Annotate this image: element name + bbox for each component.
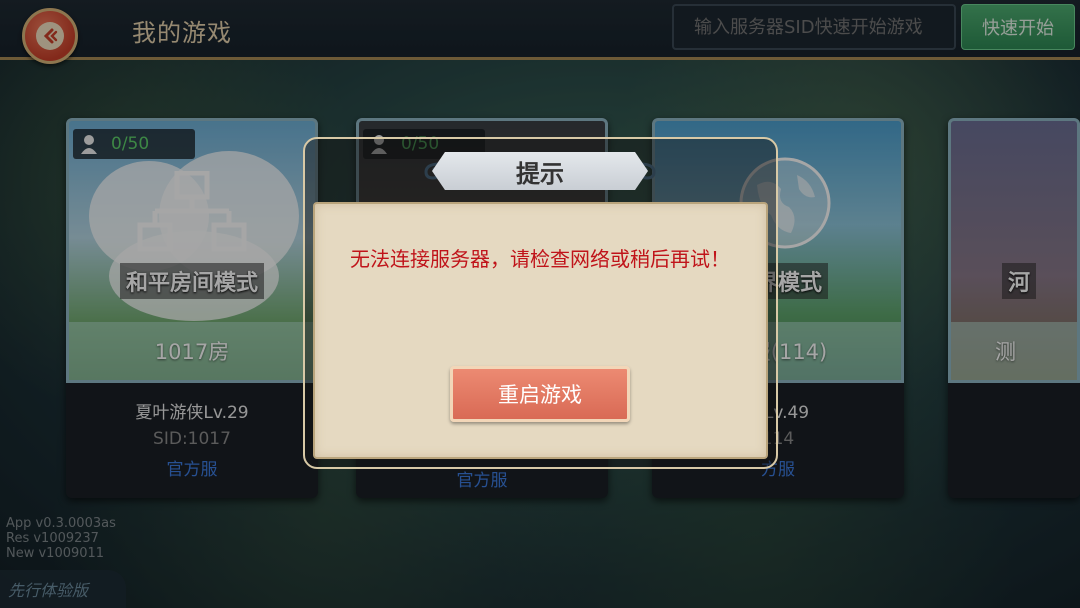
dialog-message: 无法连接服务器，请检查网络或稍后再试！ [350,247,730,271]
dialog-title: 提示 [432,152,648,190]
restart-game-button[interactable]: 重启游戏 [450,366,630,422]
